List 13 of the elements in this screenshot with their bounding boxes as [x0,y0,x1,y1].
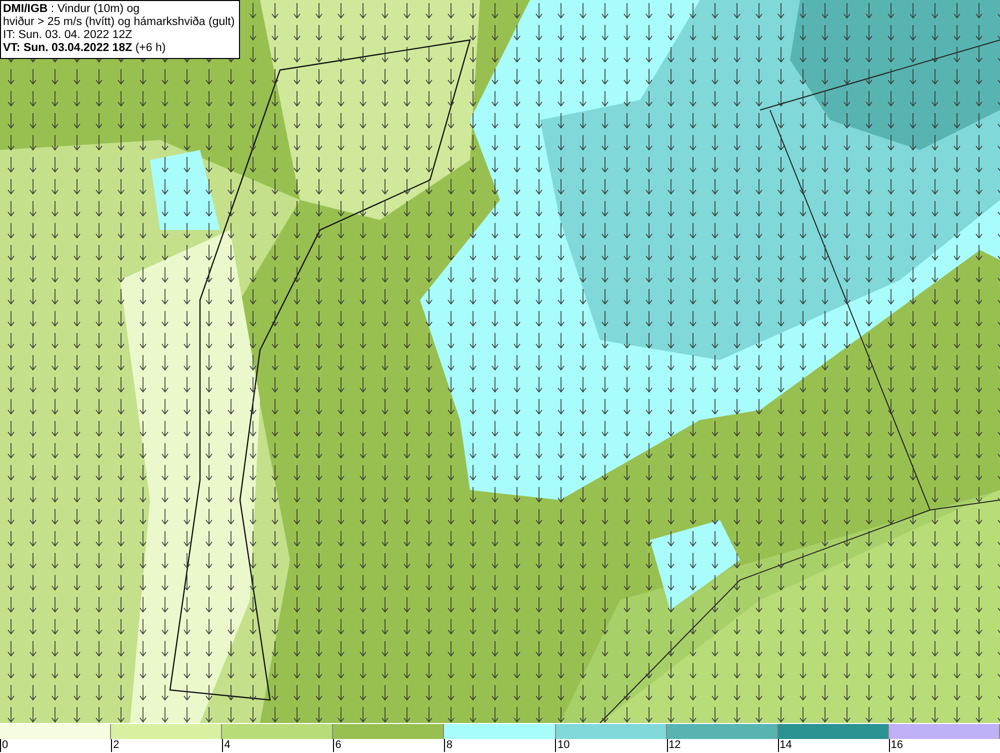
info-line: hviður > 25 m/s (hvítt) og hámarkshviða (gult) [3,16,235,29]
legend-label: 16 [888,739,903,752]
legend-label: 6 [333,739,342,752]
legend-label: 4 [222,739,230,752]
info-line: IT: Sun. 03. 04. 2022 12Z [3,29,134,42]
info-line: VT: Sun. 03.04.2022 18Z (+6 h) [3,42,167,55]
legend-label: 8 [444,739,452,752]
legend-label: 2 [111,739,120,752]
legend-label: 0 [0,739,8,752]
legend-label: 10 [555,739,570,752]
legend-label: 12 [666,739,681,752]
legend-label: 14 [778,739,792,752]
info-line: DMI/IGB : Vindur (10m) og [3,3,141,16]
